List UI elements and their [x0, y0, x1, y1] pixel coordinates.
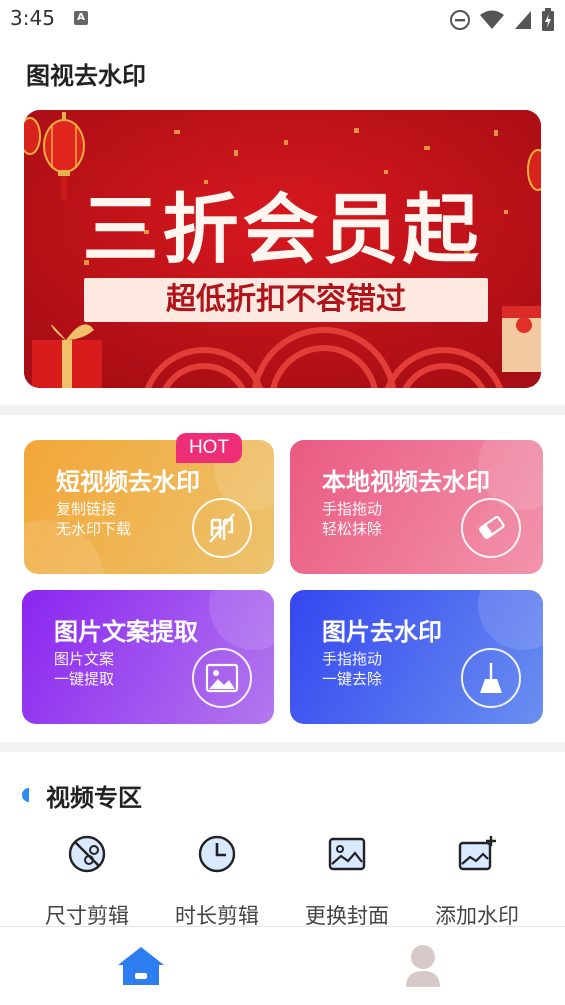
card-line2: 一键去除	[322, 670, 383, 688]
card-line1: 手指拖动	[322, 500, 383, 518]
card-line2: 轻松抹除	[322, 520, 383, 538]
card-title: 短视频去水印	[56, 468, 200, 496]
card-decoration	[209, 590, 274, 650]
card-local-video-watermark[interactable]: 本地视频去水印 手指拖动 轻松抹除	[290, 440, 543, 574]
card-title: 图片文案提取	[54, 618, 198, 646]
signal-icon	[515, 11, 531, 29]
card-line2: 一键提取	[54, 670, 115, 688]
status-icons	[449, 8, 555, 32]
tool-size-edit[interactable]: 尺寸剪辑	[27, 834, 147, 928]
broom-icon	[461, 648, 521, 708]
section-divider	[0, 405, 565, 415]
add-image-icon	[458, 836, 496, 871]
gift-box-icon	[502, 306, 541, 372]
card-line1: 复制链接	[56, 500, 117, 518]
banner-subtitle: 超低折扣不容错过	[166, 282, 406, 317]
wifi-icon	[480, 10, 504, 29]
scissors-icon	[68, 835, 106, 873]
notification-icon: A	[74, 11, 88, 25]
status-time: 3:45	[10, 6, 55, 30]
banner-title: 三折会员起	[82, 185, 483, 274]
home-icon[interactable]	[116, 945, 166, 987]
battery-icon	[542, 8, 554, 31]
card-decoration	[478, 590, 543, 650]
card-line2: 无水印下载	[56, 520, 132, 538]
eraser-icon	[461, 498, 521, 558]
card-line1: 手指拖动	[322, 650, 383, 668]
card-line1: 图片文案	[54, 650, 115, 668]
profile-icon[interactable]	[400, 943, 446, 989]
status-bar: 3:45 A	[0, 0, 565, 40]
section-marker	[22, 788, 29, 802]
hot-badge: HOT	[176, 433, 242, 463]
card-image-watermark[interactable]: 图片去水印 手指拖动 一键去除	[290, 590, 543, 724]
card-image-text-extract[interactable]: 图片文案提取 图片文案 一键提取	[22, 590, 274, 724]
card-title: 图片去水印	[322, 618, 442, 646]
do-not-disturb-icon	[450, 10, 470, 30]
app-title: 图视去水印	[26, 62, 146, 90]
card-title: 本地视频去水印	[322, 468, 490, 496]
bottom-nav	[0, 926, 565, 1005]
section-divider	[0, 742, 565, 752]
tool-duration-edit[interactable]: 时长剪辑	[157, 834, 277, 928]
no-watermark-icon	[192, 498, 252, 558]
section-title: 视频专区	[46, 784, 142, 812]
tool-add-watermark[interactable]: 添加水印	[417, 834, 537, 928]
promo-banner[interactable]: 三折会员起 超低折扣不容错过	[24, 110, 541, 388]
image-icon	[192, 648, 252, 708]
tool-change-cover[interactable]: 更换封面	[287, 834, 407, 928]
cover-image-icon	[328, 837, 366, 871]
clock-icon	[198, 835, 236, 873]
